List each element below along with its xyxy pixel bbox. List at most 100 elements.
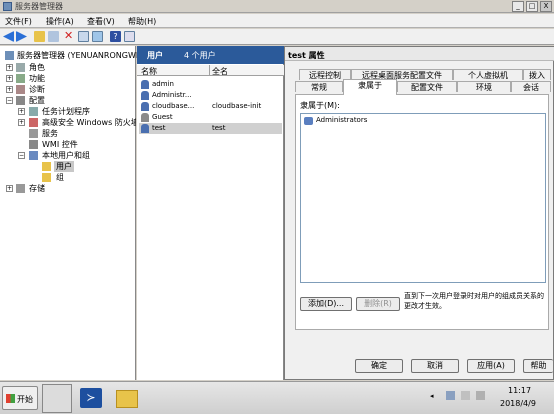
tray-arrow-icon[interactable]: ◂ xyxy=(430,392,434,400)
tree-item-services[interactable]: 服务 xyxy=(42,128,58,139)
tab-general[interactable]: 常规 xyxy=(295,81,343,92)
storage-icon xyxy=(16,184,25,193)
tree-item-roles[interactable]: 角色 xyxy=(29,62,45,73)
table-row[interactable]: Guest xyxy=(139,112,282,123)
minimize-button[interactable]: _ xyxy=(512,1,524,12)
tree-item-users[interactable]: 用户 xyxy=(54,161,74,172)
properties-icon[interactable] xyxy=(78,31,89,42)
features-icon xyxy=(16,74,25,83)
disabled-user-icon xyxy=(141,113,149,122)
tree-item-diagnostics[interactable]: 诊断 xyxy=(29,84,45,95)
users-list-pane: 用户 4 个用户 名称 全名 admin Administr... cloudb… xyxy=(137,46,284,380)
local-users-groups-icon xyxy=(29,151,38,160)
help-button[interactable]: 帮助 xyxy=(523,359,553,373)
cancel-button[interactable]: 取消 xyxy=(411,359,459,373)
collapse-local-users-icon[interactable]: − xyxy=(18,152,25,159)
column-header: 名称 全名 xyxy=(137,65,284,76)
window-title: 服务器管理器 xyxy=(15,2,63,11)
tab-dial-in[interactable]: 拨入 xyxy=(523,69,551,80)
table-row[interactable]: cloudbase... cloudbase-init xyxy=(139,101,282,112)
clock-date[interactable]: 2018/4/9 xyxy=(500,399,536,408)
show-tree-icon[interactable] xyxy=(48,31,59,42)
help-icon[interactable]: ? xyxy=(110,31,121,42)
export-icon[interactable] xyxy=(92,31,103,42)
firewall-icon xyxy=(29,118,38,127)
add-button[interactable]: 添加(D)... xyxy=(300,297,352,311)
user-name: test xyxy=(152,124,166,132)
menu-help[interactable]: 帮助(H) xyxy=(128,16,156,27)
expand-storage-icon[interactable]: + xyxy=(6,185,13,192)
start-button[interactable]: 开始 xyxy=(2,386,38,410)
apply-button[interactable]: 应用(A) xyxy=(467,359,515,373)
explorer-folder-icon[interactable] xyxy=(116,390,138,408)
user-name: Guest xyxy=(152,113,173,121)
tree-item-groups[interactable]: 组 xyxy=(56,172,64,183)
expand-scheduler-icon[interactable]: + xyxy=(18,108,25,115)
list-title: 用户 xyxy=(147,51,163,60)
folder-icon xyxy=(42,162,51,171)
table-row[interactable]: Administr... xyxy=(139,90,282,101)
start-label: 开始 xyxy=(17,395,33,404)
tree-item-storage[interactable]: 存储 xyxy=(29,183,45,194)
ok-button[interactable]: 确定 xyxy=(355,359,403,373)
windows-logo-icon xyxy=(6,394,15,403)
tab-environment[interactable]: 环境 xyxy=(457,81,511,92)
tab-sessions[interactable]: 会话 xyxy=(511,81,551,92)
flag-icon[interactable] xyxy=(461,391,470,400)
delete-icon[interactable]: ✕ xyxy=(64,30,75,42)
tab-virtual-machine[interactable]: 个人虚拟机 xyxy=(453,69,523,80)
group-item[interactable]: Administrators xyxy=(316,116,367,124)
back-icon[interactable] xyxy=(3,31,14,42)
roles-icon xyxy=(16,63,25,72)
tree-root[interactable]: 服务器管理器 (YENUANRONGWING xyxy=(17,50,150,61)
user-count: 4 个用户 xyxy=(184,51,216,60)
clock-time[interactable]: 11:17 xyxy=(508,386,531,395)
user-fullname: test xyxy=(212,124,226,132)
list-header: 用户 4 个用户 xyxy=(137,46,284,64)
forward-icon[interactable] xyxy=(16,31,27,42)
powershell-icon[interactable]: ≻ xyxy=(80,388,102,408)
tree-item-features[interactable]: 功能 xyxy=(29,73,45,84)
column-fullname[interactable]: 全名 xyxy=(212,66,228,77)
table-row[interactable]: admin xyxy=(139,79,282,90)
expand-roles-icon[interactable]: + xyxy=(6,64,13,71)
console-icon[interactable] xyxy=(124,31,135,42)
menu-view[interactable]: 查看(V) xyxy=(87,16,115,27)
expand-features-icon[interactable]: + xyxy=(6,75,13,82)
network-icon[interactable] xyxy=(446,391,455,400)
tab-member-of[interactable]: 隶属于 xyxy=(343,79,397,95)
dialog-title-bar: test 属性 xyxy=(285,47,554,61)
services-icon xyxy=(29,129,38,138)
tree-item-local-users-groups[interactable]: 本地用户和组 xyxy=(42,150,90,161)
folder-icon xyxy=(42,173,51,182)
volume-icon[interactable] xyxy=(476,391,485,400)
close-button[interactable]: X xyxy=(540,1,552,12)
server-manager-task-icon[interactable] xyxy=(42,384,72,413)
config-icon xyxy=(16,96,25,105)
up-folder-icon[interactable] xyxy=(34,31,45,42)
remove-button[interactable]: 删除(R) xyxy=(356,297,400,311)
toolbar: ✕ ? xyxy=(0,29,554,45)
title-bar: 服务器管理器 _ □ X xyxy=(0,0,554,13)
tree-item-firewall[interactable]: 高级安全 Windows 防火墙 xyxy=(42,117,136,128)
user-name: cloudbase... xyxy=(152,102,195,110)
menu-bar: 文件(F) 操作(A) 查看(V) 帮助(H) xyxy=(0,14,554,28)
member-of-panel: 隶属于(M): Administrators 添加(D)... 删除(R) 直到… xyxy=(295,94,549,330)
membership-note: 直到下一次用户登录时对用户的组成员关系的更改才生效。 xyxy=(404,292,544,310)
maximize-button[interactable]: □ xyxy=(526,1,538,12)
column-divider[interactable] xyxy=(209,65,210,76)
tab-profile[interactable]: 配置文件 xyxy=(397,81,457,92)
tree-item-config[interactable]: 配置 xyxy=(29,95,45,106)
diagnostics-icon xyxy=(16,85,25,94)
collapse-config-icon[interactable]: − xyxy=(6,97,13,104)
taskbar: 开始 ≻ ◂ 11:17 2018/4/9 xyxy=(0,381,554,414)
tree-item-task-scheduler[interactable]: 任务计划程序 xyxy=(42,106,90,117)
groups-listbox[interactable]: Administrators xyxy=(300,113,546,283)
table-row-selected[interactable]: test test xyxy=(139,123,282,134)
tree-item-wmi[interactable]: WMI 控件 xyxy=(42,139,78,150)
menu-action[interactable]: 操作(A) xyxy=(46,16,74,27)
expand-firewall-icon[interactable]: + xyxy=(18,119,25,126)
column-name[interactable]: 名称 xyxy=(141,66,157,77)
menu-file[interactable]: 文件(F) xyxy=(5,16,32,27)
expand-diagnostics-icon[interactable]: + xyxy=(6,86,13,93)
